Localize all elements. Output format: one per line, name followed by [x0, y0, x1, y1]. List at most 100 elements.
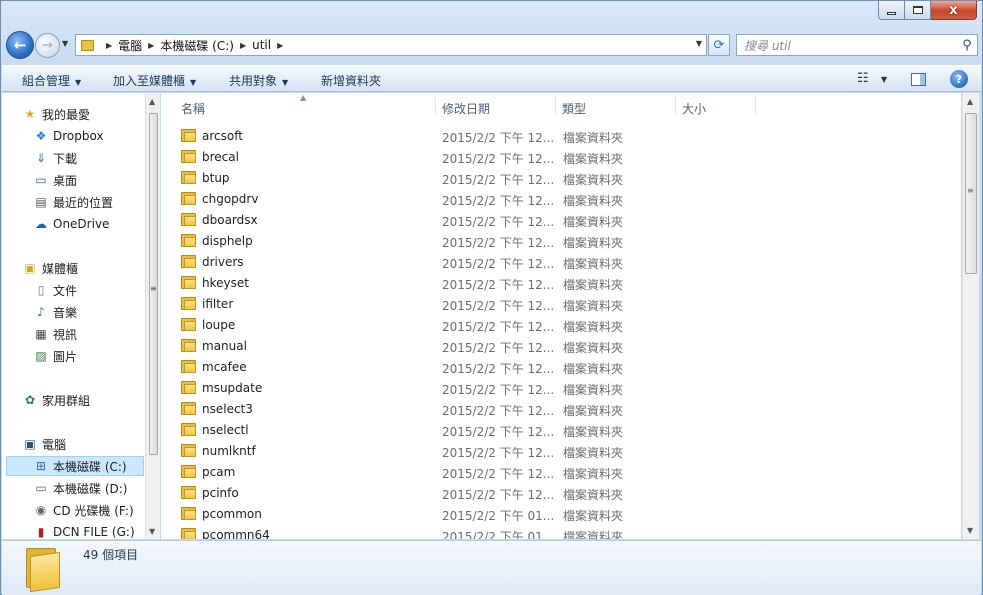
nav-computer[interactable]: ▣ 電腦 [22, 434, 66, 454]
search-icon[interactable]: ⚲ [957, 38, 977, 53]
column-header-name[interactable]: 名稱 [181, 100, 205, 117]
maximize-button[interactable] [905, 1, 931, 20]
back-arrow-icon: ← [13, 36, 27, 54]
nav-drive-d[interactable]: ▭ 本機磁碟 (D:) [33, 478, 127, 498]
close-button[interactable]: x [931, 1, 977, 20]
file-name: disphelp [202, 234, 253, 248]
table-row[interactable]: numlkntf 2015/2/2 下午 12... 檔案資料夾 [175, 441, 795, 462]
table-row[interactable]: brecal 2015/2/2 下午 12... 檔案資料夾 [175, 147, 795, 168]
preview-pane-icon[interactable] [911, 73, 926, 86]
nav-videos[interactable]: ▦ 視訊 [33, 324, 77, 344]
column-header-date[interactable]: 修改日期 [442, 100, 490, 117]
nav-drive-f[interactable]: ◉ CD 光碟機 (F:) [33, 500, 134, 520]
table-row[interactable]: ifilter 2015/2/2 下午 12... 檔案資料夾 [175, 294, 795, 315]
column-header-row: ▲ 名稱 修改日期 類型 大小 [161, 93, 961, 118]
dropbox-icon: ❖ [35, 129, 47, 143]
view-dropdown-icon[interactable]: ▼ [881, 75, 887, 84]
file-name: ifilter [202, 297, 234, 311]
breadcrumb-computer[interactable]: 電腦 [118, 37, 142, 54]
organize-label: 組合管理 [22, 74, 71, 88]
forward-button[interactable]: → [35, 33, 60, 58]
navigation-pane-scrollbar[interactable]: ▲ ≡ ▼ [145, 93, 160, 539]
table-row[interactable]: drivers 2015/2/2 下午 12... 檔案資料夾 [175, 252, 795, 273]
view-options-icon[interactable]: ☷ [857, 71, 869, 86]
breadcrumb-drive-c[interactable]: 本機磁碟 (C:) [160, 37, 234, 54]
scroll-down-icon[interactable]: ▼ [967, 526, 973, 535]
file-name: manual [202, 339, 247, 353]
table-row[interactable]: pcinfo 2015/2/2 下午 12... 檔案資料夾 [175, 483, 795, 504]
recent-pages-dropdown-icon[interactable]: ▼ [62, 39, 68, 48]
chevron-right-icon[interactable]: ▶ [277, 41, 283, 50]
chevron-right-icon[interactable]: ▶ [148, 41, 154, 50]
nav-favorites[interactable]: ★ 我的最愛 [22, 104, 90, 124]
table-row[interactable]: manual 2015/2/2 下午 12... 檔案資料夾 [175, 336, 795, 357]
table-row[interactable]: dboardsx 2015/2/2 下午 12... 檔案資料夾 [175, 210, 795, 231]
nav-drive-g-label: DCN FILE (G:) [53, 525, 135, 539]
file-type: 檔案資料夾 [563, 509, 624, 523]
nav-pictures[interactable]: ▨ 圖片 [33, 346, 77, 366]
nav-documents[interactable]: ▯ 文件 [33, 280, 77, 300]
table-row[interactable]: msupdate 2015/2/2 下午 12... 檔案資料夾 [175, 378, 795, 399]
table-row[interactable]: nselect3 2015/2/2 下午 12... 檔案資料夾 [175, 399, 795, 420]
new-folder-button[interactable]: 新增資料夾 [321, 72, 381, 89]
nav-dropbox[interactable]: ❖ Dropbox [33, 126, 104, 146]
column-header-size[interactable]: 大小 [682, 100, 706, 117]
nav-computer-label: 電腦 [42, 437, 67, 452]
refresh-button[interactable]: ⟳ [708, 34, 730, 56]
nav-homegroup[interactable]: ✿ 家用群組 [22, 390, 90, 410]
nav-libraries[interactable]: ▣ 媒體櫃 [22, 258, 78, 278]
nav-onedrive[interactable]: ☁ OneDrive [33, 214, 109, 234]
search-box[interactable]: 搜尋 util ⚲ [736, 34, 978, 56]
table-row[interactable]: chgopdrv 2015/2/2 下午 12... 檔案資料夾 [175, 189, 795, 210]
address-bar[interactable]: ▶ 電腦 ▶ 本機磁碟 (C:) ▶ util ▶ ▼ [75, 34, 707, 56]
nav-downloads[interactable]: ⇓ 下載 [33, 148, 77, 168]
grip-icon: ≡ [967, 186, 974, 195]
add-to-library-button[interactable]: 加入至媒體櫃 ▼ [113, 72, 196, 89]
nav-desktop[interactable]: ▭ 桌面 [33, 170, 77, 190]
file-name: brecal [202, 150, 239, 164]
chevron-right-icon[interactable]: ▶ [240, 41, 246, 50]
column-header-type[interactable]: 類型 [562, 100, 586, 117]
chevron-right-icon[interactable]: ▶ [106, 41, 112, 50]
column-divider[interactable] [755, 95, 756, 115]
nav-drive-c[interactable]: ⊞ 本機磁碟 (C:) [6, 456, 144, 476]
add-to-library-label: 加入至媒體櫃 [113, 74, 186, 88]
table-row[interactable]: disphelp 2015/2/2 下午 12... 檔案資料夾 [175, 231, 795, 252]
back-button[interactable]: ← [6, 31, 34, 59]
minimize-button[interactable] [878, 1, 905, 20]
folder-icon [181, 150, 196, 163]
table-row[interactable]: arcsoft 2015/2/2 下午 12... 檔案資料夾 [175, 126, 795, 147]
table-row[interactable]: nselectl 2015/2/2 下午 12... 檔案資料夾 [175, 420, 795, 441]
table-row[interactable]: hkeyset 2015/2/2 下午 12... 檔案資料夾 [175, 273, 795, 294]
table-row[interactable]: loupe 2015/2/2 下午 12... 檔案資料夾 [175, 315, 795, 336]
desktop-icon: ▭ [35, 173, 47, 187]
file-type: 檔案資料夾 [563, 404, 624, 418]
homegroup-icon: ✿ [24, 393, 36, 407]
table-row[interactable]: pcommon 2015/2/2 下午 01... 檔案資料夾 [175, 504, 795, 525]
table-row[interactable]: pcommn64 2015/2/2 下午 01... 檔案資料夾 [175, 525, 795, 539]
column-divider[interactable] [555, 95, 556, 115]
share-with-button[interactable]: 共用對象 ▼ [229, 72, 288, 89]
search-input[interactable]: 搜尋 util [737, 37, 957, 54]
file-modified-date: 2015/2/2 下午 12... [442, 362, 555, 376]
table-row[interactable]: mcafee 2015/2/2 下午 12... 檔案資料夾 [175, 357, 795, 378]
scroll-down-icon[interactable]: ▼ [149, 527, 155, 536]
help-icon[interactable]: ? [950, 70, 968, 88]
table-row[interactable]: pcam 2015/2/2 下午 12... 檔案資料夾 [175, 462, 795, 483]
organize-menu-button[interactable]: 組合管理 ▼ [22, 72, 81, 89]
file-type: 檔案資料夾 [563, 194, 624, 208]
scroll-up-icon[interactable]: ▲ [967, 97, 973, 106]
file-name: mcafee [202, 360, 247, 374]
address-history-dropdown-icon[interactable]: ▼ [696, 39, 702, 48]
table-row[interactable]: btup 2015/2/2 下午 12... 檔案資料夾 [175, 168, 795, 189]
breadcrumb-util[interactable]: util [252, 38, 271, 52]
nav-drive-g[interactable]: ▮ DCN FILE (G:) [33, 522, 135, 539]
nav-recent-places[interactable]: ▤ 最近的位置 [33, 192, 113, 212]
file-list-scrollbar[interactable]: ▲ ≡ ▼ [962, 93, 979, 539]
column-divider[interactable] [435, 95, 436, 115]
file-type: 檔案資料夾 [563, 488, 624, 502]
folder-icon [181, 171, 196, 184]
nav-music[interactable]: ♪ 音樂 [33, 302, 77, 322]
scroll-up-icon[interactable]: ▲ [149, 97, 155, 106]
column-divider[interactable] [675, 95, 676, 115]
